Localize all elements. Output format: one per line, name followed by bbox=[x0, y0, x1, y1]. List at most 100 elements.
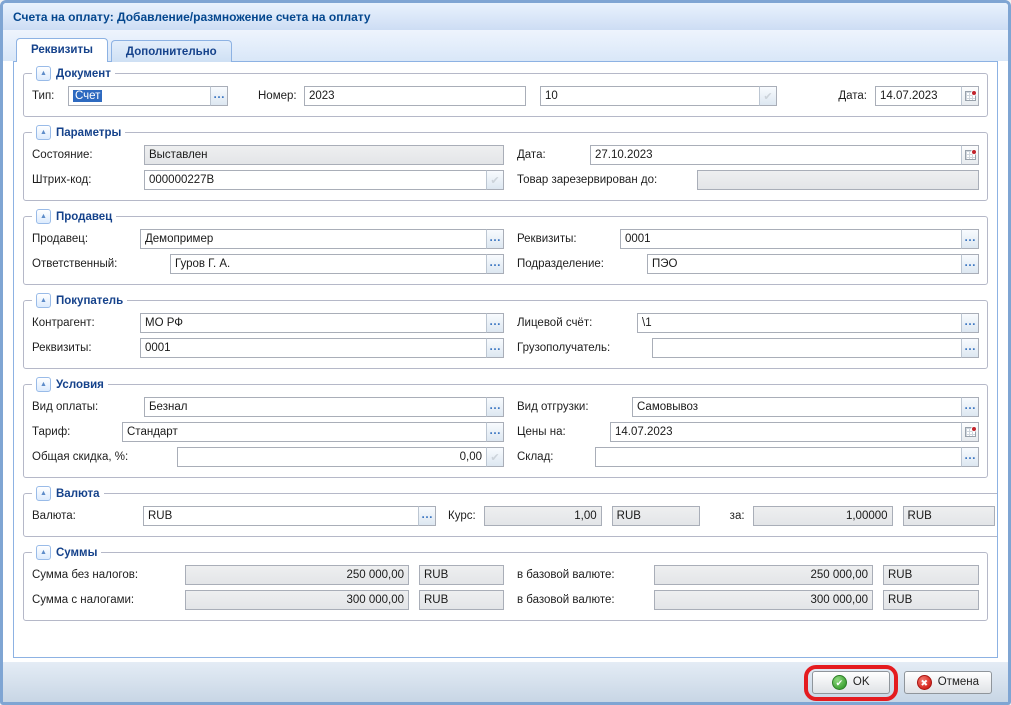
lookup-trigger[interactable]: … bbox=[486, 254, 504, 274]
number-field[interactable]: 2023 bbox=[304, 86, 526, 106]
fieldset-terms: ▲ Условия Вид оплаты: Безнал … Вид отгру… bbox=[23, 377, 988, 478]
document-row: Тип: Счет … Номер: 2023 10 ✔ Дата: 14.07… bbox=[32, 86, 979, 106]
calendar-icon[interactable] bbox=[961, 145, 979, 165]
date-label: Дата: bbox=[838, 90, 867, 102]
sum-with-tax-label: Сумма с налогами: bbox=[32, 594, 185, 606]
warehouse-label: Склад: bbox=[517, 451, 595, 463]
shipment-type-field[interactable]: Самовывоз bbox=[632, 397, 962, 417]
number-label: Номер: bbox=[258, 90, 304, 102]
calendar-icon[interactable] bbox=[961, 86, 979, 106]
shipment-type-label: Вид отгрузки: bbox=[517, 401, 632, 413]
params-date-label: Дата: bbox=[517, 149, 590, 161]
reserved-field bbox=[697, 170, 979, 190]
number-suffix-field[interactable]: 10 bbox=[540, 86, 760, 106]
lookup-trigger[interactable]: … bbox=[486, 313, 504, 333]
sum-without-base-label: в базовой валюте: bbox=[517, 569, 654, 581]
lookup-trigger[interactable]: … bbox=[961, 397, 979, 417]
tab-label: Дополнительно bbox=[126, 46, 217, 58]
tab-requisites[interactable]: Реквизиты bbox=[16, 38, 108, 62]
fieldset-legend: Покупатель bbox=[56, 295, 123, 307]
calendar-icon[interactable] bbox=[961, 422, 979, 442]
per-currency-field: RUB bbox=[903, 506, 995, 526]
lookup-trigger[interactable]: … bbox=[486, 397, 504, 417]
lookup-trigger[interactable]: … bbox=[961, 338, 979, 358]
per-field: 1,00000 bbox=[753, 506, 893, 526]
seller-field[interactable]: Демопример bbox=[140, 229, 487, 249]
account-field[interactable]: \1 bbox=[637, 313, 962, 333]
per-label: за: bbox=[730, 510, 745, 522]
fieldset-legend: Условия bbox=[56, 379, 104, 391]
ok-button[interactable]: ✔ OK bbox=[812, 671, 890, 694]
ok-check-icon: ✔ bbox=[832, 675, 847, 690]
rate-currency-field: RUB bbox=[612, 506, 700, 526]
type-value: Счет bbox=[73, 90, 102, 102]
currency-field[interactable]: RUB bbox=[143, 506, 419, 526]
contragent-label: Контрагент: bbox=[32, 317, 140, 329]
state-field: Выставлен bbox=[144, 145, 504, 165]
apply-trigger[interactable]: ✔ bbox=[486, 170, 504, 190]
buyer-requisites-label: Реквизиты: bbox=[32, 342, 140, 354]
lookup-trigger[interactable]: … bbox=[486, 338, 504, 358]
payment-type-label: Вид оплаты: bbox=[32, 401, 144, 413]
warehouse-field[interactable] bbox=[595, 447, 962, 467]
fieldset-legend: Валюта bbox=[56, 488, 100, 500]
type-field[interactable]: Счет bbox=[68, 86, 211, 106]
rate-field: 1,00 bbox=[484, 506, 602, 526]
rate-label: Курс: bbox=[448, 510, 476, 522]
collapse-toggle-icon[interactable]: ▲ bbox=[36, 209, 51, 224]
type-label: Тип: bbox=[32, 90, 68, 102]
collapse-toggle-icon[interactable]: ▲ bbox=[36, 486, 51, 501]
barcode-field[interactable]: 000000227B bbox=[144, 170, 487, 190]
buyer-requisites-field[interactable]: 0001 bbox=[140, 338, 487, 358]
payment-type-field[interactable]: Безнал bbox=[144, 397, 487, 417]
collapse-toggle-icon[interactable]: ▲ bbox=[36, 125, 51, 140]
fieldset-legend: Суммы bbox=[56, 547, 97, 559]
department-label: Подразделение: bbox=[517, 258, 647, 270]
seller-requisites-field[interactable]: 0001 bbox=[620, 229, 962, 249]
title-bar: Счета на оплату: Добавление/размножение … bbox=[3, 3, 1008, 30]
sum-without-base-field: 250 000,00 bbox=[654, 565, 873, 585]
lookup-trigger[interactable]: … bbox=[961, 229, 979, 249]
currency-label: Валюта: bbox=[32, 510, 143, 522]
prices-date-label: Цены на: bbox=[517, 426, 610, 438]
apply-trigger[interactable]: ✔ bbox=[486, 447, 504, 467]
prices-date-field[interactable]: 14.07.2023 bbox=[610, 422, 962, 442]
responsible-field[interactable]: Гуров Г. А. bbox=[170, 254, 487, 274]
discount-field[interactable]: 0,00 bbox=[177, 447, 487, 467]
contragent-field[interactable]: МО РФ bbox=[140, 313, 487, 333]
lookup-trigger[interactable]: … bbox=[210, 86, 228, 106]
fieldset-parameters: ▲ Параметры Состояние: Выставлен Дата: 2… bbox=[23, 125, 988, 201]
sum-without-tax-field: 250 000,00 bbox=[185, 565, 409, 585]
fieldset-legend: Продавец bbox=[56, 211, 112, 223]
consignee-field[interactable] bbox=[652, 338, 962, 358]
document-date-field[interactable]: 14.07.2023 bbox=[875, 86, 962, 106]
cancel-x-icon: ✖ bbox=[917, 675, 932, 690]
sum-with-base-currency: RUB bbox=[883, 590, 979, 610]
account-label: Лицевой счёт: bbox=[517, 317, 637, 329]
window-title: Счета на оплату: Добавление/размножение … bbox=[13, 10, 371, 24]
fieldset-document: ▲ Документ Тип: Счет … Номер: 2023 10 ✔ … bbox=[23, 66, 988, 117]
collapse-toggle-icon[interactable]: ▲ bbox=[36, 293, 51, 308]
lookup-trigger[interactable]: … bbox=[961, 447, 979, 467]
dialog-window: Счета на оплату: Добавление/размножение … bbox=[0, 0, 1011, 705]
collapse-toggle-icon[interactable]: ▲ bbox=[36, 66, 51, 81]
apply-trigger[interactable]: ✔ bbox=[759, 86, 777, 106]
tariff-field[interactable]: Стандарт bbox=[122, 422, 487, 442]
lookup-trigger[interactable]: … bbox=[486, 422, 504, 442]
params-date-field[interactable]: 27.10.2023 bbox=[590, 145, 962, 165]
lookup-trigger[interactable]: … bbox=[418, 506, 436, 526]
lookup-trigger[interactable]: … bbox=[961, 313, 979, 333]
reserved-label: Товар зарезервирован до: bbox=[517, 174, 697, 186]
sum-with-base-label: в базовой валюте: bbox=[517, 594, 654, 606]
cancel-button[interactable]: ✖ Отмена bbox=[904, 671, 992, 694]
lookup-trigger[interactable]: … bbox=[961, 254, 979, 274]
discount-label: Общая скидка, %: bbox=[32, 451, 177, 463]
collapse-toggle-icon[interactable]: ▲ bbox=[36, 545, 51, 560]
lookup-trigger[interactable]: … bbox=[486, 229, 504, 249]
consignee-label: Грузополучатель: bbox=[517, 342, 652, 354]
collapse-toggle-icon[interactable]: ▲ bbox=[36, 377, 51, 392]
fieldset-currency: ▲ Валюта Валюта: RUB … Курс: 1,00 RUB за… bbox=[23, 486, 998, 537]
department-field[interactable]: ПЭО bbox=[647, 254, 962, 274]
tab-additional[interactable]: Дополнительно bbox=[111, 40, 232, 62]
tab-strip: Реквизиты Дополнительно bbox=[3, 30, 1008, 61]
